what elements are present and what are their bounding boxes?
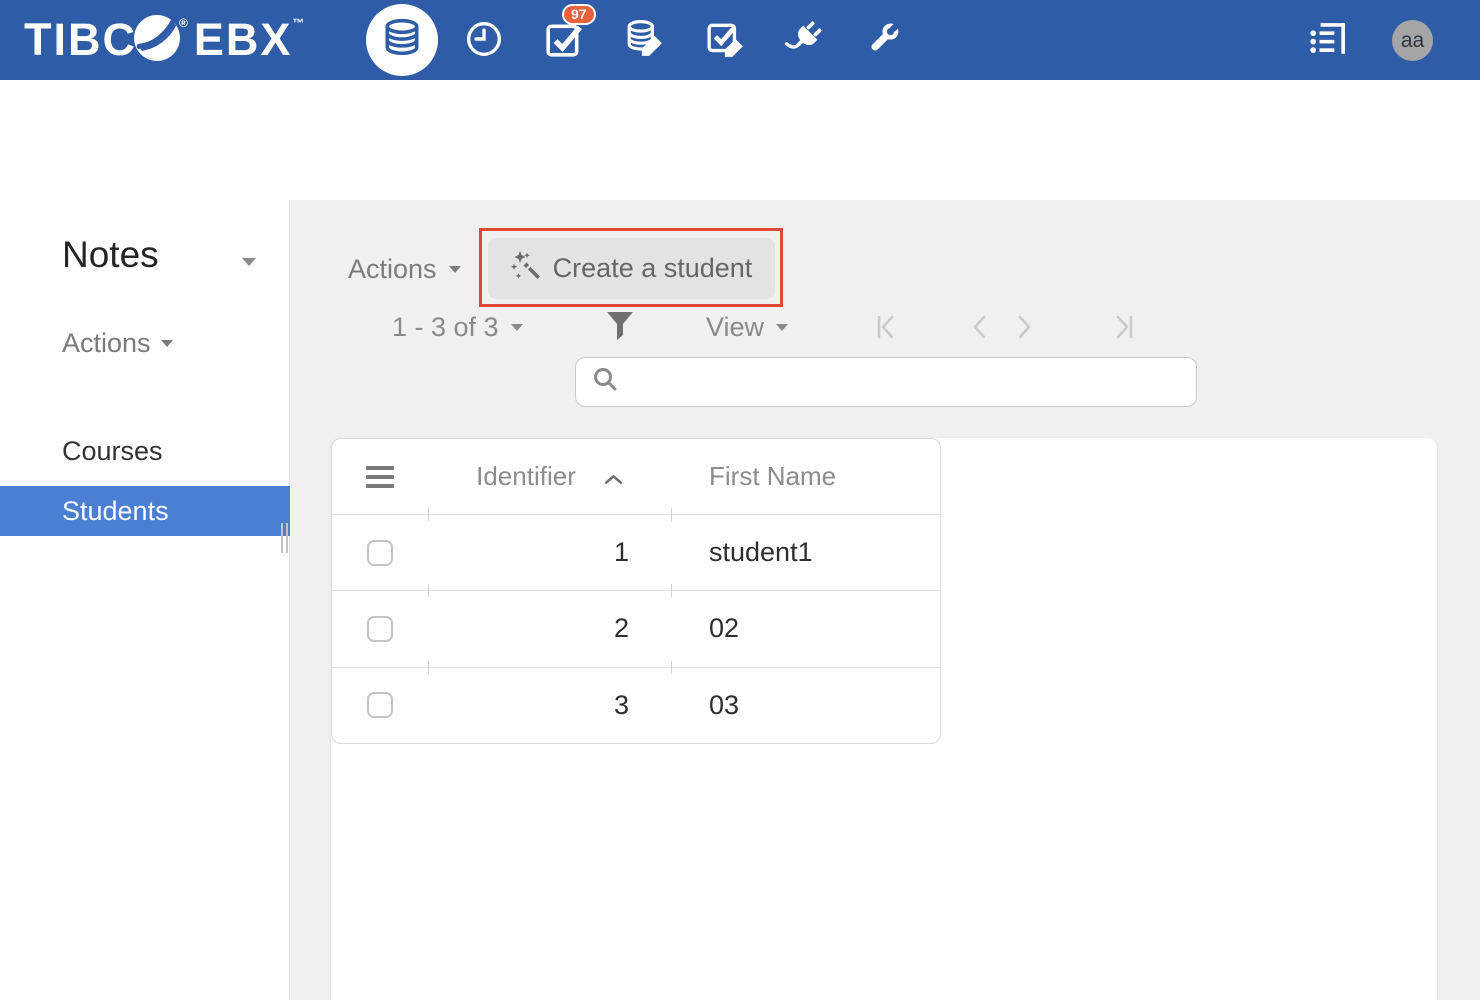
cell-identifier: 2	[428, 591, 671, 666]
trademark-mark: ™	[292, 16, 304, 30]
table-menu-cell	[332, 439, 428, 514]
sidebar-actions-dropdown[interactable]: Actions	[62, 328, 173, 359]
column-label: First Name	[709, 461, 836, 492]
row-checkbox[interactable]	[367, 616, 393, 642]
sidebar-section-title: Notes	[62, 234, 159, 276]
tibco-swoosh-icon	[133, 14, 181, 67]
record-count-label: 1 - 3 of 3	[392, 312, 499, 343]
view-label: View	[706, 312, 764, 343]
next-page-button[interactable]	[1014, 314, 1034, 345]
column-header-identifier[interactable]: Identifier	[428, 439, 671, 514]
nav-validation[interactable]	[706, 21, 746, 61]
column-divider	[671, 661, 672, 674]
clock-icon	[465, 20, 503, 63]
sidebar-item-courses[interactable]: Courses	[0, 426, 290, 476]
filter-funnel-icon	[606, 328, 634, 345]
create-student-button[interactable]: Create a student	[488, 238, 775, 299]
chevron-right-icon	[1014, 327, 1034, 344]
nav-data-edit[interactable]	[625, 21, 665, 61]
database-icon	[381, 17, 423, 64]
section-dropdown-caret-icon[interactable]	[242, 258, 256, 266]
task-check-icon	[545, 20, 583, 63]
column-header-first-name[interactable]: First Name	[671, 439, 940, 514]
page-header: Master Data Students ?	[0, 80, 1480, 200]
cell-first-name: student1	[671, 515, 940, 590]
cell-identifier: 3	[428, 668, 671, 743]
column-divider	[428, 661, 429, 674]
chevron-down-icon	[511, 324, 523, 331]
first-page-button[interactable]	[874, 314, 898, 345]
sort-ascending-icon	[604, 461, 623, 492]
logo-text-tibc: TIBC	[24, 14, 137, 66]
cell-first-name: 02	[671, 591, 940, 666]
search-icon	[592, 366, 620, 399]
navigation-sidebar: Notes Actions Courses Students	[0, 200, 290, 1000]
chevron-down-icon	[449, 266, 461, 273]
sidebar-resize-handle[interactable]	[281, 523, 288, 553]
column-divider	[671, 584, 672, 597]
chevron-left-icon	[970, 327, 990, 344]
registered-mark: ®	[179, 16, 188, 30]
column-label: Identifier	[476, 461, 576, 492]
table-row[interactable]: 1 student1	[332, 514, 940, 590]
cell-identifier: 1	[428, 515, 671, 590]
plug-icon	[784, 19, 824, 64]
database-edit-icon	[625, 19, 665, 64]
table-header-row: Identifier First Name	[332, 439, 940, 514]
last-page-icon	[1112, 327, 1136, 344]
magic-wand-icon	[511, 250, 541, 287]
avatar-initials: aa	[1401, 29, 1424, 53]
chevron-down-icon	[161, 340, 173, 347]
sidebar-actions-label: Actions	[62, 328, 151, 359]
filter-button[interactable]	[606, 311, 634, 346]
sidebar-item-label: Courses	[62, 436, 163, 466]
last-page-button[interactable]	[1112, 314, 1136, 345]
table-row[interactable]: 3 03	[332, 667, 940, 743]
column-divider	[428, 584, 429, 597]
column-divider	[428, 508, 429, 521]
cell-first-name: 03	[671, 668, 940, 743]
row-checkbox[interactable]	[367, 692, 393, 718]
table-menu-icon[interactable]	[366, 466, 394, 488]
tibco-ebx-logo[interactable]: TIBC ® EBX ™	[24, 0, 304, 80]
students-table: Identifier First Name 1 student1 2 02	[331, 438, 941, 744]
column-divider	[671, 508, 672, 521]
ebx-application: TIBC ® EBX ™	[0, 0, 1480, 1000]
wrench-icon	[863, 19, 903, 64]
logo-text-ebx: EBX	[194, 14, 293, 66]
table-search-box	[575, 357, 1197, 407]
tasks-count-badge: 97	[562, 4, 596, 25]
sidebar-item-label: Students	[62, 496, 169, 526]
top-navigation-bar: TIBC ® EBX ™	[0, 0, 1480, 80]
session-log-button[interactable]	[1308, 21, 1348, 61]
nav-history[interactable]	[464, 21, 504, 61]
user-avatar[interactable]: aa	[1392, 20, 1433, 61]
log-list-icon	[1310, 22, 1346, 61]
first-page-icon	[874, 327, 898, 344]
nav-data-active[interactable]	[366, 4, 438, 76]
view-dropdown[interactable]: View	[706, 312, 788, 343]
search-input[interactable]	[628, 362, 1196, 402]
nav-integration[interactable]	[784, 21, 824, 61]
table-actions-label: Actions	[348, 254, 437, 285]
table-actions-dropdown[interactable]: Actions	[348, 254, 461, 285]
record-count-dropdown[interactable]: 1 - 3 of 3	[392, 312, 523, 343]
checkbox-edit-icon	[706, 19, 746, 64]
nav-administration[interactable]	[863, 21, 903, 61]
row-checkbox[interactable]	[367, 540, 393, 566]
create-student-label: Create a student	[553, 253, 753, 284]
previous-page-button[interactable]	[970, 314, 990, 345]
table-row[interactable]: 2 02	[332, 590, 940, 666]
sidebar-item-students[interactable]: Students	[0, 486, 290, 536]
nav-tasks[interactable]: 97	[544, 21, 584, 61]
chevron-down-icon	[776, 324, 788, 331]
